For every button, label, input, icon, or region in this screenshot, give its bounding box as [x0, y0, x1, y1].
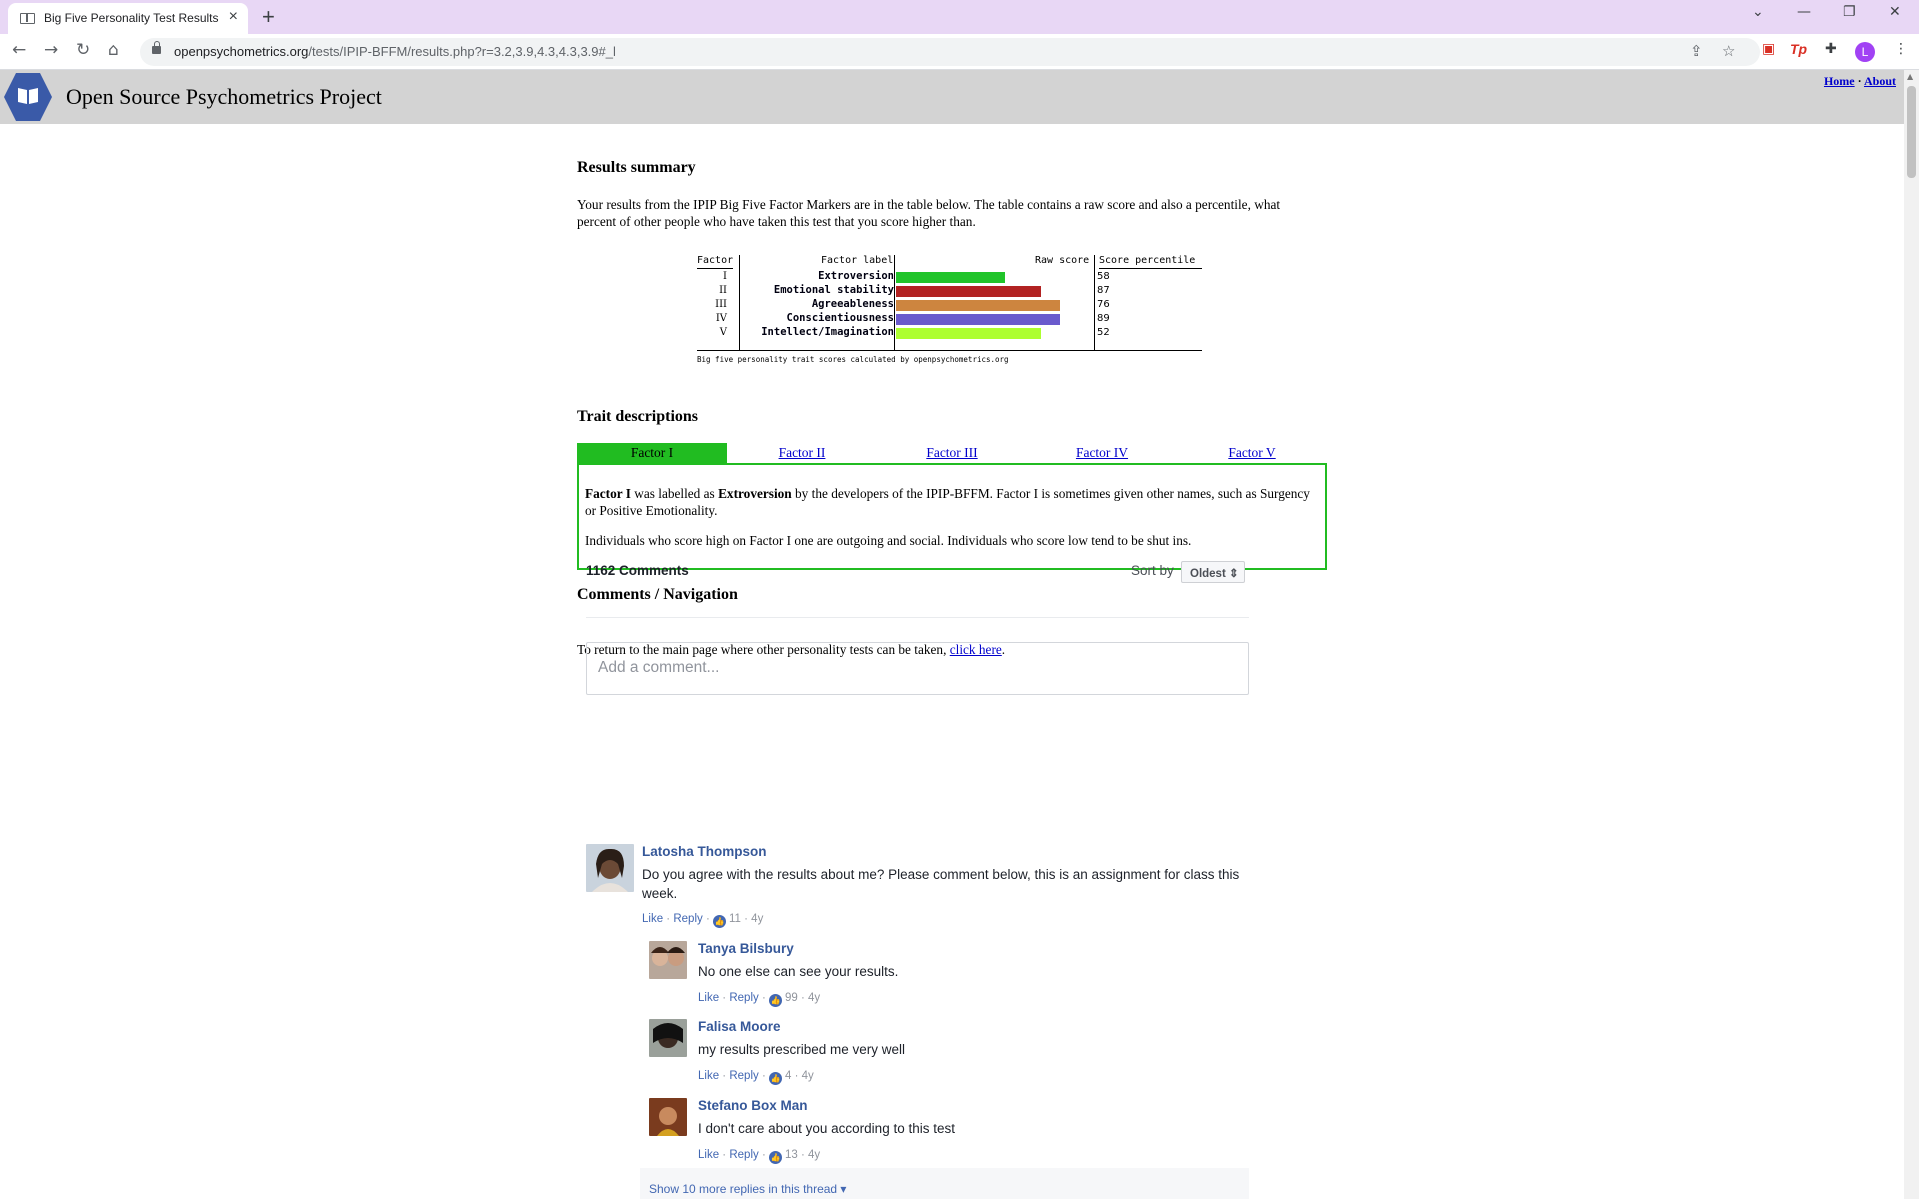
comment-age[interactable]: 4y	[808, 992, 820, 1004]
thumbs-up-icon: 👍	[768, 1072, 782, 1085]
tab-favicon-icon	[20, 13, 35, 24]
tab-close-icon[interactable]: ×	[229, 9, 238, 25]
lock-icon[interactable]	[152, 41, 161, 54]
bookmark-star-icon[interactable]: ☆	[1722, 42, 1735, 60]
comments-plugin: 1162 Comments Sort by Oldest ⇕ Add a com…	[577, 0, 1327, 1199]
scroll-up-arrow-icon[interactable]: ▲	[1907, 72, 1913, 81]
comment-author[interactable]: Stefano Box Man	[698, 1098, 808, 1113]
like-count: 99	[784, 992, 798, 1004]
comment-actions: Like · Reply · 👍 11 · 4y	[642, 913, 764, 928]
close-window-icon[interactable]: ✕	[1889, 4, 1901, 20]
site-title[interactable]: Open Source Psychometrics Project	[66, 84, 382, 110]
avatar[interactable]	[649, 1019, 687, 1057]
comment-actions: Like · Reply · 👍 99 · 4y	[698, 992, 821, 1007]
add-comment-input[interactable]: Add a comment...	[586, 642, 1249, 695]
comment-age[interactable]: 4y	[802, 1070, 814, 1082]
sort-label: Sort by	[1131, 563, 1174, 578]
reply-link[interactable]: Reply	[673, 913, 702, 925]
like-link[interactable]: Like	[698, 992, 719, 1004]
home-icon[interactable]: ⌂	[108, 40, 119, 60]
like-count: 4	[784, 1070, 792, 1082]
avatar[interactable]	[649, 1098, 687, 1136]
thumbs-up-icon: 👍	[712, 915, 726, 928]
show-more-replies-button[interactable]: Show 10 more replies in this thread ▾	[640, 1168, 1249, 1199]
more-menu-icon[interactable]: ⋮	[1894, 41, 1908, 57]
like-link[interactable]: Like	[698, 1149, 719, 1161]
link-separator: ·	[1857, 74, 1862, 88]
like-count: 13	[784, 1149, 798, 1161]
comment-text: my results prescribed me very well	[698, 1042, 906, 1057]
comments-count: 1162 Comments	[586, 563, 689, 578]
forward-icon[interactable]: →	[44, 40, 58, 60]
comment-actions: Like · Reply · 👍 13 · 4y	[698, 1149, 821, 1164]
top-links: Home · About	[1824, 74, 1896, 89]
tab-search-chevron-icon[interactable]: ⌄	[1752, 4, 1764, 20]
extensions-puzzle-icon[interactable]: ✚	[1825, 41, 1837, 57]
scrollbar-thumb[interactable]	[1907, 86, 1916, 178]
thumbs-up-icon: 👍	[768, 1151, 782, 1164]
comment-text: Do you agree with the results about me? …	[642, 867, 1240, 901]
profile-avatar[interactable]: L	[1855, 42, 1875, 62]
home-link[interactable]: Home	[1824, 74, 1855, 88]
reply-link[interactable]: Reply	[729, 1149, 758, 1161]
extension-tp-icon[interactable]: Tp	[1790, 41, 1807, 57]
avatar[interactable]	[649, 941, 687, 979]
comment-author[interactable]: Tanya Bilsbury	[698, 941, 794, 956]
new-tab-button[interactable]: +	[262, 4, 275, 30]
like-link[interactable]: Like	[642, 913, 663, 925]
comment-age[interactable]: 4y	[751, 913, 763, 925]
comment-text: I don't care about you according to this…	[698, 1121, 955, 1136]
like-count: 11	[728, 913, 741, 925]
open-book-logo-icon[interactable]	[4, 73, 52, 121]
like-link[interactable]: Like	[698, 1070, 719, 1082]
about-link[interactable]: About	[1864, 74, 1896, 88]
restore-icon[interactable]: ❐	[1843, 4, 1856, 20]
tab-title: Big Five Personality Test Results	[44, 11, 219, 25]
reply-link[interactable]: Reply	[729, 992, 758, 1004]
page-scrollbar[interactable]: ▲	[1904, 70, 1919, 1199]
share-icon[interactable]: ⇪	[1690, 42, 1703, 60]
minimize-icon[interactable]: —	[1797, 4, 1811, 20]
comment-text: No one else can see your results.	[698, 964, 899, 979]
reload-icon[interactable]: ↻	[76, 40, 90, 60]
thumbs-up-icon: 👍	[768, 994, 782, 1007]
reply-link[interactable]: Reply	[729, 1070, 758, 1082]
comment-actions: Like · Reply · 👍 4 · 4y	[698, 1070, 814, 1085]
comments-divider	[586, 617, 1249, 618]
comment-age[interactable]: 4y	[808, 1149, 820, 1161]
sort-select[interactable]: Oldest ⇕	[1181, 561, 1245, 583]
browser-tab[interactable]: Big Five Personality Test Results ×	[8, 3, 248, 34]
comment-author[interactable]: Falisa Moore	[698, 1019, 781, 1034]
avatar[interactable]	[586, 844, 634, 892]
url-text[interactable]: openpsychometrics.org/tests/IPIP-BFFM/re…	[174, 44, 616, 59]
comment-author[interactable]: Latosha Thompson	[642, 844, 767, 859]
extension-badge-icon[interactable]: ▣	[1762, 41, 1775, 57]
back-icon[interactable]: ←	[12, 40, 26, 60]
